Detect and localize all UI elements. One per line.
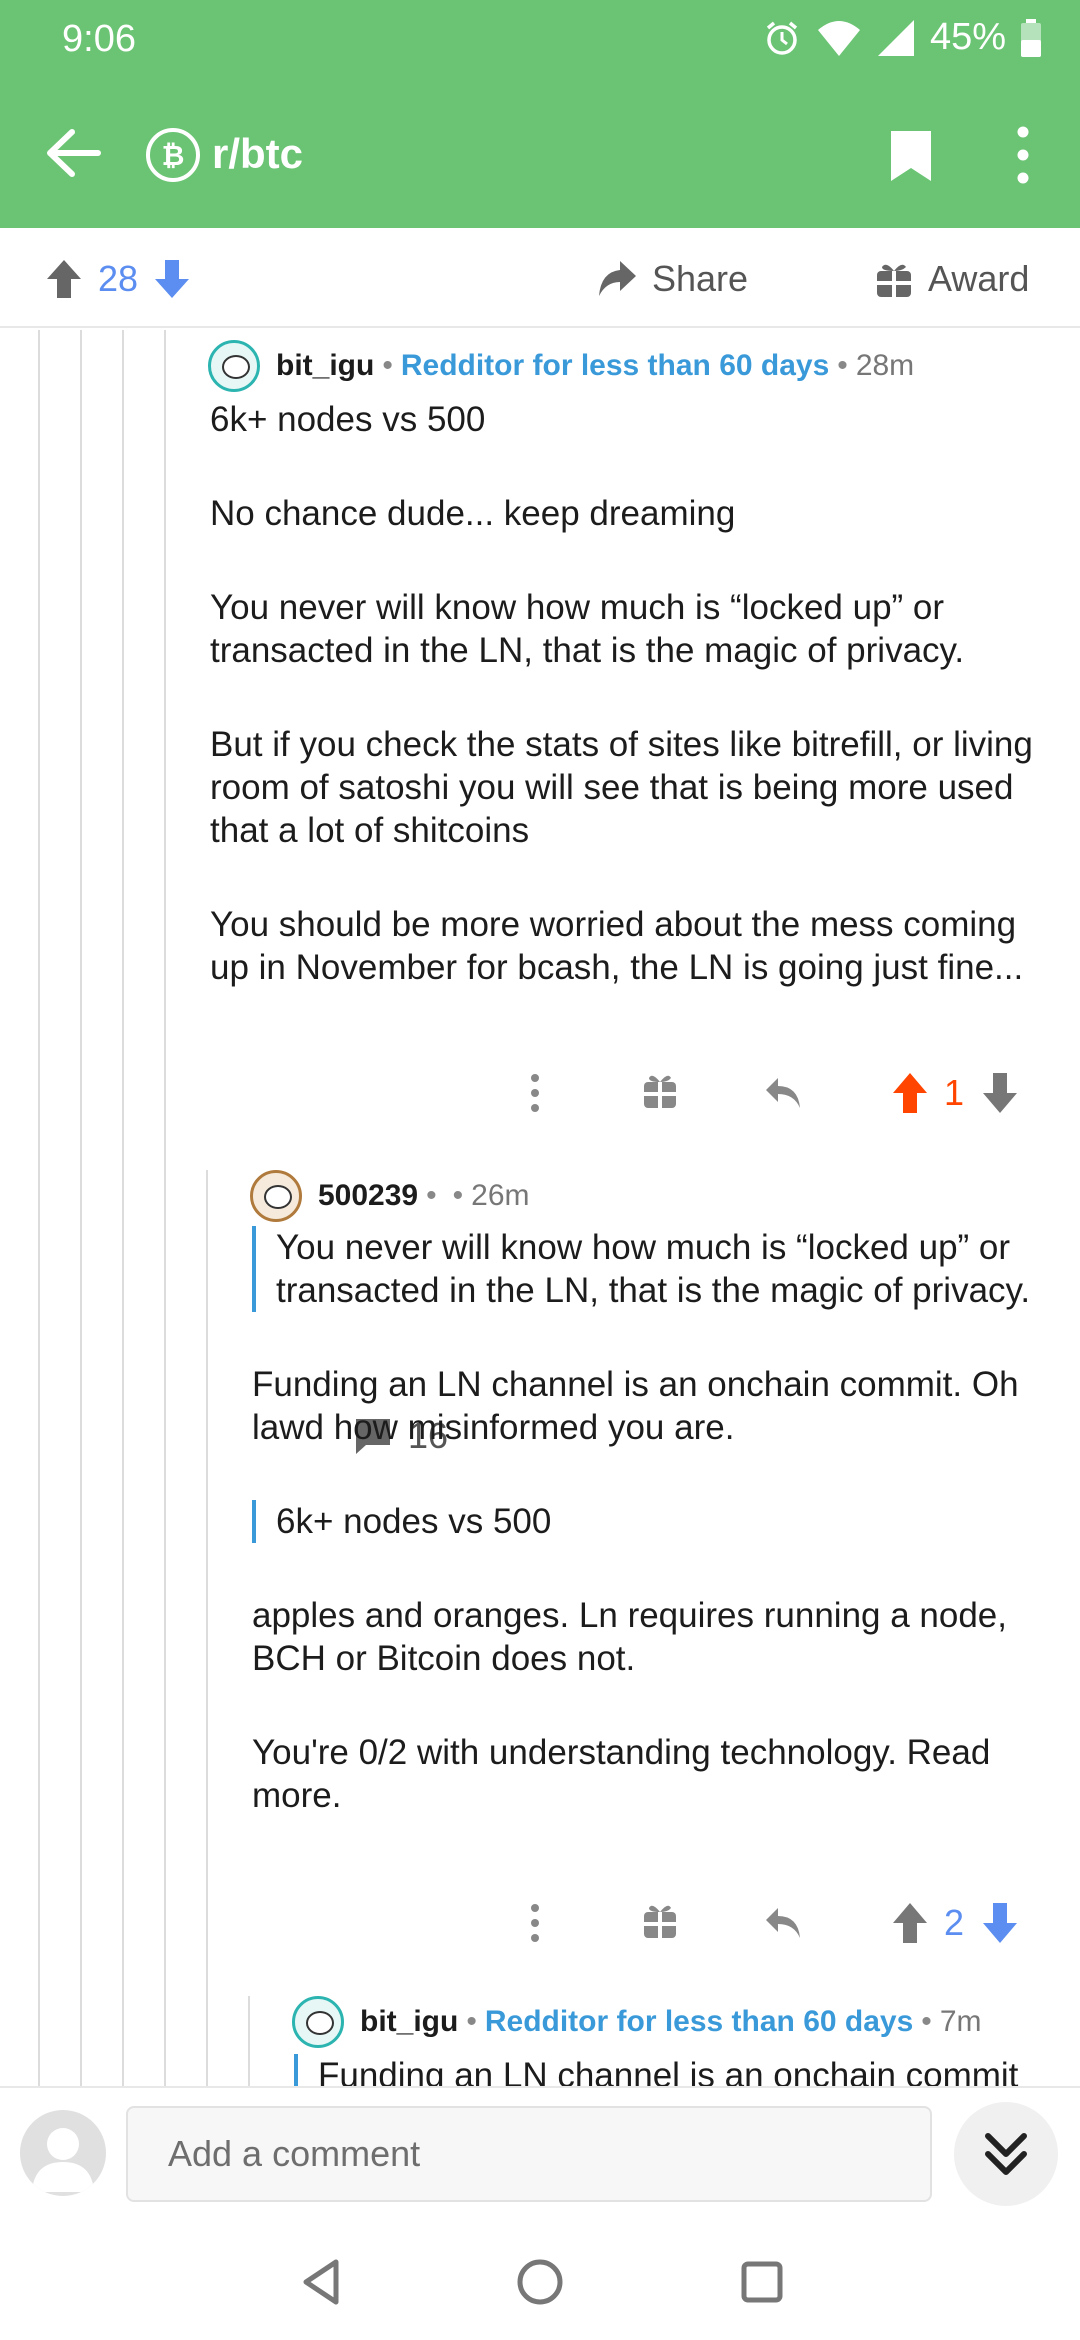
comment-header: 500239 • • 26m: [250, 1170, 530, 1222]
thread-line[interactable]: [206, 1170, 208, 2086]
reply-icon[interactable]: [762, 1898, 806, 1948]
post-vote-group: 28: [44, 256, 192, 302]
comment-actions: 1: [500, 1068, 1060, 1118]
comment-paragraph: Funding an LN channel is an onchain comm…: [252, 1365, 1019, 1447]
comment-paragraph: You're 0/2 with understanding technology…: [252, 1733, 991, 1815]
alarm-icon: [766, 21, 798, 55]
separator-dot: •: [466, 2005, 477, 2038]
user-flair: Redditor for less than 60 days: [400, 349, 830, 382]
thread-line[interactable]: [164, 330, 166, 2086]
double-chevron-down-icon: [985, 2133, 1027, 2175]
post-score: 28: [98, 258, 139, 299]
next-comment-button[interactable]: [954, 2102, 1058, 2206]
user-avatar[interactable]: [20, 2110, 106, 2196]
quoted-text: 6k+ nodes vs 500: [252, 1500, 1060, 1543]
comment-time: 26m: [471, 1179, 530, 1212]
system-nav-bar: [0, 2222, 1080, 2340]
more-vertical-icon[interactable]: [520, 1898, 550, 1948]
avatar[interactable]: [250, 1170, 302, 1222]
award-button[interactable]: Award: [874, 256, 1029, 302]
comment-actions: 2: [500, 1898, 1060, 1948]
bookmark-icon[interactable]: [888, 128, 934, 184]
avatar[interactable]: [292, 1996, 344, 2048]
comment-time: 28m: [855, 349, 915, 382]
user-flair: Redditor for less than 60 days: [484, 2005, 914, 2038]
back-triangle-icon[interactable]: [296, 2256, 348, 2308]
comment-paragraph: 6k+ nodes vs 500: [210, 400, 486, 439]
comment-score: 1: [943, 1072, 965, 1113]
home-circle-icon[interactable]: [514, 2256, 566, 2308]
separator-dot: •: [382, 349, 393, 382]
app-header: ₿ r/btc: [0, 80, 1080, 228]
bitcoin-icon[interactable]: ₿: [146, 128, 200, 182]
comment-paragraph: apples and oranges. Ln requires running …: [252, 1596, 1007, 1678]
quoted-text: Funding an LN channel is an onchain comm…: [294, 2054, 1060, 2086]
separator-dot: •: [837, 349, 848, 382]
comment-header: bit_igu • Redditor for less than 60 days…: [208, 340, 914, 392]
thread-line[interactable]: [248, 1996, 250, 2086]
add-comment-bar: Add a comment: [0, 2086, 1080, 2222]
gift-icon[interactable]: [640, 1068, 680, 1118]
more-vertical-icon[interactable]: [520, 1068, 550, 1118]
upvote-icon[interactable]: [890, 1068, 930, 1118]
add-comment-input[interactable]: Add a comment: [126, 2106, 932, 2202]
comment-author[interactable]: 500239: [318, 1179, 418, 1213]
back-arrow-icon[interactable]: [42, 122, 104, 184]
avatar[interactable]: [208, 340, 260, 392]
wifi-icon: [817, 20, 860, 56]
downvote-icon[interactable]: [980, 1068, 1020, 1118]
comment-time: 7m: [939, 2005, 982, 2038]
upvote-icon[interactable]: [44, 257, 84, 301]
separator-dot: •: [426, 1179, 437, 1212]
comment-body: Funding an LN channel is an onchain comm…: [294, 2054, 1060, 2086]
downvote-icon[interactable]: [152, 257, 192, 301]
comment-score: 2: [943, 1902, 965, 1943]
quoted-text: You never will know how much is “locked …: [252, 1226, 1060, 1312]
comment-header: bit_igu • Redditor for less than 60 days…: [292, 1996, 982, 2048]
comment-paragraph: But if you check the stats of sites like…: [210, 725, 1033, 850]
gift-icon[interactable]: [640, 1898, 680, 1948]
downvote-icon[interactable]: [980, 1898, 1020, 1948]
signal-icon: [877, 19, 914, 56]
comment-body: You never will know how much is “locked …: [252, 1226, 1060, 1817]
comment-body: 6k+ nodes vs 500 No chance dude... keep …: [210, 398, 1050, 989]
comment-author[interactable]: bit_igu: [276, 349, 374, 383]
share-button[interactable]: Share: [596, 256, 748, 302]
gift-icon: [877, 264, 911, 297]
separator-dot: •: [452, 1179, 464, 1212]
post-action-bar: 28 16 Share Award: [0, 228, 1080, 1456]
comment-paragraph: You should be more worried about the mes…: [210, 905, 1024, 987]
comment-paragraph: You never will know how much is “locked …: [210, 588, 965, 670]
status-icons: 45%: [762, 16, 1042, 59]
thread-line[interactable]: [38, 330, 40, 2086]
comment-thread: bit_igu • Redditor for less than 60 days…: [0, 330, 1080, 2086]
reply-icon[interactable]: [762, 1068, 806, 1118]
battery-percent: 45%: [929, 16, 1006, 58]
share-icon: [599, 261, 636, 296]
comment-paragraph: No chance dude... keep dreaming: [210, 494, 736, 533]
status-time: 9:06: [62, 18, 136, 60]
thread-line[interactable]: [80, 330, 82, 2086]
award-label: Award: [928, 258, 1030, 299]
battery-icon: [1021, 18, 1041, 57]
status-bar: 9:06 45%: [0, 0, 1080, 80]
separator-dot: •: [921, 2005, 932, 2038]
subreddit-name[interactable]: r/btc: [212, 130, 303, 178]
thread-line[interactable]: [122, 330, 124, 2086]
comment-author[interactable]: bit_igu: [360, 2005, 458, 2039]
more-vertical-icon[interactable]: [1006, 124, 1040, 186]
share-label: Share: [652, 258, 749, 299]
recents-square-icon[interactable]: [736, 2256, 788, 2308]
upvote-icon[interactable]: [890, 1898, 930, 1948]
svg-text:₿: ₿: [162, 139, 185, 172]
